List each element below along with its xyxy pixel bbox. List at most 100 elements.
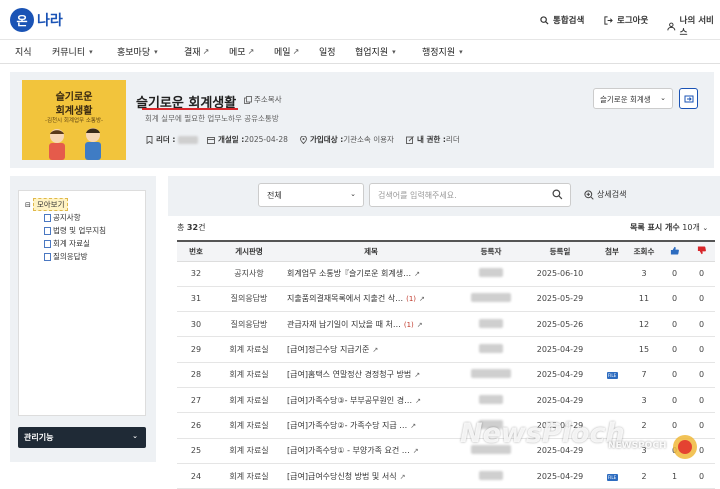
row-board: 회계 자료실 xyxy=(215,362,283,388)
club-opened-date: 개설일 : 2025-04-28 xyxy=(207,134,288,145)
tree-item-accounting-library[interactable]: 회계 자료실 xyxy=(44,238,90,249)
row-attachment[interactable]: FILE xyxy=(597,362,627,388)
row-title-cell[interactable]: [급여]정근수당 지급기준 ↗ xyxy=(283,336,459,363)
nav-label: 메모 xyxy=(229,48,246,58)
table-row[interactable]: 27 회계 자료실 [급여]가족수당③- 부부공무원인 경… ↗ 2025-04-29 3… xyxy=(177,387,715,414)
row-title-link[interactable]: 관급자재 납기일이 지났을 때 처… xyxy=(287,320,401,329)
logo-text: 나라 xyxy=(37,13,63,29)
my-service-link[interactable]: 나의 서비스 xyxy=(667,14,720,38)
row-number: 28 xyxy=(177,362,215,388)
advanced-search-button[interactable]: 상세검색 xyxy=(584,189,626,200)
row-title-link[interactable]: [급여]가족수당① - 부양가족 요건 … xyxy=(287,446,410,455)
thumb-line3: -김천시 회계업무 소통방- xyxy=(44,118,104,124)
nav-schedule[interactable]: 일정 xyxy=(319,45,336,58)
table-row[interactable]: 29 회계 자료실 [급여]정근수당 지급기준 ↗ 2025-04-29 15 0 0 xyxy=(177,336,715,363)
new-window-icon[interactable]: ↗ xyxy=(410,422,416,430)
tree-item-laws[interactable]: 법령 및 업무지침 xyxy=(44,225,106,236)
table-row[interactable]: 24 회계 자료실 [급여]급여수당신청 방법 및 서식 ↗ 2025-04-29 FIL… xyxy=(177,463,715,489)
table-row[interactable]: 30 질의응답방 관급자재 납기일이 지났을 때 처… (1) ↗ 2025-05-26 1… xyxy=(177,311,715,338)
author-blur xyxy=(479,470,503,480)
file-icon[interactable]: FILE xyxy=(606,372,618,380)
col-board[interactable]: 게시판명 xyxy=(215,240,283,262)
row-board: 공지사항 xyxy=(215,261,283,287)
tree-item-qna[interactable]: 질의응답방 xyxy=(44,251,88,262)
calendar-icon xyxy=(207,136,215,144)
new-window-icon[interactable]: ↗ xyxy=(414,371,420,379)
management-dropdown[interactable]: 관리기능 ⌄ xyxy=(18,427,146,448)
row-title-link[interactable]: [급여]정근수당 지급기준 xyxy=(287,345,369,354)
per-page-select[interactable]: 목록 표시 개수 10개 ⌄ xyxy=(630,222,708,233)
chevron-down-icon: ⌄ xyxy=(132,432,138,440)
row-title-cell[interactable]: [급여]가족수당②- 가족수당 지급 … ↗ xyxy=(283,412,459,439)
nav-mail[interactable]: 메일 ↗ xyxy=(274,45,299,58)
row-attachment[interactable]: FILE xyxy=(597,463,627,489)
row-title-cell[interactable]: 회계업무 소통방『슬기로운 회계생… ↗ xyxy=(283,261,459,287)
row-title-cell[interactable]: [급여]가족수당① - 부양가족 요건 … ↗ xyxy=(283,438,459,464)
table-row[interactable]: 32 공지사항 회계업무 소통방『슬기로운 회계생… ↗ 2025-06-10 3 0 0 xyxy=(177,261,715,287)
row-dislikes: 0 xyxy=(688,362,715,388)
onnara-logo[interactable]: 온 나라 xyxy=(10,8,63,32)
new-window-icon[interactable]: ↗ xyxy=(414,270,420,278)
row-title-cell[interactable]: [급여]급여수당신청 방법 및 서식 ↗ xyxy=(283,463,459,489)
file-icon[interactable]: FILE xyxy=(606,473,618,481)
club-select[interactable]: 슬기로운 회계생 ⌄ xyxy=(593,88,673,109)
new-window-icon[interactable]: ↗ xyxy=(415,397,421,405)
row-title-link[interactable]: 회계업무 소통방『슬기로운 회계생… xyxy=(287,269,411,278)
col-likes[interactable] xyxy=(661,240,688,262)
row-title-cell[interactable]: [급여]홈택스 연말정산 경정청구 방법 ↗ xyxy=(283,362,459,388)
collapse-icon[interactable]: ⊟ xyxy=(25,201,31,209)
row-title-link[interactable]: 지출품의결재목록에서 지출건 삭… xyxy=(287,294,403,303)
row-title-link[interactable]: [급여]가족수당②- 가족수당 지급 … xyxy=(287,421,407,430)
row-title-cell[interactable]: 지출품의결재목록에서 지출건 삭… (1) ↗ xyxy=(283,286,459,313)
external-link-icon: ↗ xyxy=(292,47,300,56)
new-window-icon[interactable]: ↗ xyxy=(400,473,406,481)
col-views[interactable]: 조회수 xyxy=(627,240,661,262)
new-window-icon[interactable]: ↗ xyxy=(417,321,423,329)
row-title-link[interactable]: [급여]홈택스 연말정산 경정청구 방법 xyxy=(287,370,411,379)
table-row[interactable]: 31 질의응답방 지출품의결재목록에서 지출건 삭… (1) ↗ 2025-05-29 11… xyxy=(177,286,715,313)
search-input[interactable]: 검색어를 입력해주세요. xyxy=(369,183,571,207)
col-no[interactable]: 번호 xyxy=(177,240,215,262)
row-likes: 0 xyxy=(661,286,688,313)
row-likes: 0 xyxy=(661,362,688,388)
row-title-cell[interactable]: [급여]가족수당③- 부부공무원인 경… ↗ xyxy=(283,387,459,414)
col-title[interactable]: 제목 xyxy=(283,240,459,262)
col-attachment[interactable]: 첨부 xyxy=(597,240,627,262)
nav-approval[interactable]: 결재 ↗ xyxy=(184,45,209,58)
col-dislikes[interactable] xyxy=(688,240,715,262)
row-number: 29 xyxy=(177,336,215,363)
nav-community[interactable]: 커뮤니티 ▾ xyxy=(52,45,93,59)
nav-admin-support[interactable]: 행정지원 ▾ xyxy=(422,45,463,59)
row-number: 32 xyxy=(177,261,215,287)
row-title-cell[interactable]: 관급자재 납기일이 지났을 때 처… (1) ↗ xyxy=(283,311,459,338)
total-count: 총 32건 xyxy=(177,222,205,233)
new-window-icon[interactable]: ↗ xyxy=(413,447,419,455)
col-date[interactable]: 등록일 xyxy=(523,240,597,262)
row-title-link[interactable]: [급여]급여수당신청 방법 및 서식 xyxy=(287,472,397,481)
tree-root-all[interactable]: ⊟ 모아보기 xyxy=(25,198,69,211)
integrated-search-link[interactable]: 통합검색 xyxy=(540,14,584,26)
logout-link[interactable]: 로그아웃 xyxy=(604,14,648,26)
row-attachment xyxy=(597,387,627,414)
tree-item-notice[interactable]: 공지사항 xyxy=(44,212,81,223)
nav-knowledge[interactable]: 지식 xyxy=(15,45,32,58)
nav-promotion[interactable]: 홍보마당 ▾ xyxy=(117,45,158,59)
row-date: 2025-04-29 xyxy=(523,463,597,489)
table-row[interactable]: 28 회계 자료실 [급여]홈택스 연말정산 경정청구 방법 ↗ 2025-04-29 F… xyxy=(177,362,715,388)
table-row[interactable]: 26 회계 자료실 [급여]가족수당②- 가족수당 지급 … ↗ 2025-04-29 2… xyxy=(177,412,715,439)
row-number: 25 xyxy=(177,438,215,464)
club-go-button[interactable] xyxy=(679,88,698,109)
nav-memo[interactable]: 메모 ↗ xyxy=(229,45,254,58)
new-window-icon[interactable]: ↗ xyxy=(419,295,425,303)
search-scope-select[interactable]: 전체 ⌄ xyxy=(258,183,364,207)
col-author[interactable]: 등록자 xyxy=(459,240,523,262)
new-window-icon[interactable]: ↗ xyxy=(372,346,378,354)
nav-collaboration[interactable]: 협업지원 ▾ xyxy=(355,45,396,59)
nav-label: 행정지원 xyxy=(422,48,456,58)
role-value: 리더 xyxy=(445,135,460,144)
search-icon[interactable] xyxy=(552,189,563,200)
chevron-down-icon: ▾ xyxy=(392,47,396,56)
row-title-link[interactable]: [급여]가족수당③- 부부공무원인 경… xyxy=(287,396,412,405)
copy-address-button[interactable]: 주소복사 xyxy=(244,94,282,105)
tree-item-label: 법령 및 업무지침 xyxy=(53,226,107,235)
